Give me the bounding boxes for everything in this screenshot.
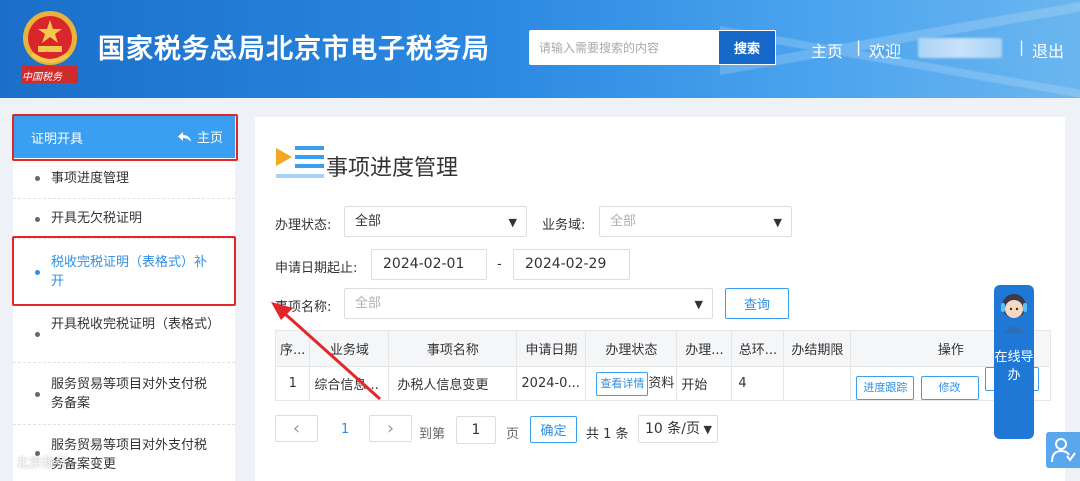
- goto-confirm-button[interactable]: 确定: [530, 416, 577, 443]
- logout-link[interactable]: 退出: [1032, 38, 1064, 62]
- sidebar-item-label: 开具无欠税证明: [51, 211, 143, 226]
- header: 中国税务 国家税务总局北京市电子税务局 搜索 主页 | 欢迎 | 退出: [0, 0, 1080, 98]
- domain-select[interactable]: 全部 ▼: [599, 206, 792, 237]
- page-size-value: 10 条/页: [645, 421, 700, 437]
- col-header-index: 序...: [274, 330, 311, 367]
- page-unit-label: 页: [506, 427, 520, 442]
- sidebar-item-progress[interactable]: 事项进度管理: [13, 158, 235, 199]
- sidebar-item-tax-certificate[interactable]: 开具税收完税证明（表格式）: [13, 305, 235, 363]
- search-input[interactable]: [529, 30, 719, 65]
- sidebar-header: 证明开具 主页: [13, 116, 235, 158]
- chevron-down-icon: ▼: [773, 216, 782, 229]
- goto-page-input[interactable]: 1: [456, 416, 496, 444]
- chevron-down-icon: ▼: [694, 298, 703, 311]
- page-size-select[interactable]: 10 条/页 ▼: [638, 415, 718, 443]
- sidebar-item-label: 事项进度管理: [51, 171, 130, 186]
- site-title: 国家税务总局北京市电子税务局: [98, 34, 490, 65]
- col-header-item-name: 事项名称: [388, 330, 518, 367]
- col-header-total-steps: 总环...: [731, 330, 785, 367]
- main-panel: 事项进度管理 办理状态: 全部 ▼ 业务域: 全部 ▼ 申请日期起止: 2024…: [255, 117, 1065, 481]
- col-header-stage: 办理...: [676, 330, 733, 367]
- view-detail-button[interactable]: 查看详情: [596, 371, 649, 396]
- list-title-icon: [276, 146, 324, 178]
- page-title: 事项进度管理: [326, 156, 459, 181]
- sidebar-item-label: 税收完税证明（表格式）补开: [51, 255, 208, 289]
- modify-button[interactable]: 修改: [920, 376, 979, 400]
- date-to-input[interactable]: 2024-02-29: [513, 249, 630, 280]
- domain-select-value: 全部: [610, 214, 637, 229]
- online-guide-label: 在线导办: [994, 350, 1034, 383]
- online-guide-button[interactable]: 在线导办: [994, 285, 1034, 439]
- search-button[interactable]: 搜索: [719, 30, 776, 65]
- next-page-button[interactable]: ›: [369, 415, 412, 442]
- cell-deadline: [783, 366, 852, 401]
- cell-index: 1: [274, 366, 311, 401]
- blurred-username: [918, 38, 1002, 58]
- domain-label: 业务域:: [542, 218, 586, 233]
- cell-status: 查看详情 资料: [585, 366, 678, 401]
- current-page[interactable]: 1: [341, 422, 349, 437]
- item-name-label: 事项名称:: [275, 300, 332, 315]
- query-button[interactable]: 查询: [725, 288, 789, 319]
- cell-status-extra: 资料: [648, 375, 675, 391]
- customer-service-icon: [1001, 294, 1027, 333]
- sidebar-home-link[interactable]: 主页: [177, 127, 223, 146]
- col-header-deadline: 办结期限: [783, 330, 852, 367]
- person-icon: [1051, 438, 1076, 463]
- date-from-input[interactable]: 2024-02-01: [371, 249, 487, 280]
- cell-domain: 综合信息...: [309, 366, 390, 401]
- item-name-select[interactable]: 全部 ▼: [344, 288, 713, 319]
- nav-welcome: 欢迎: [869, 42, 902, 61]
- cell-item-name: 办税人信息变更: [388, 366, 518, 401]
- table-row: 1 综合信息... 办税人信息变更 2024-0... 查看详情 资料 开始 4 …: [274, 366, 1052, 401]
- track-progress-button[interactable]: 进度跟踪: [856, 376, 915, 400]
- cell-apply-date: 2024-0...: [516, 366, 587, 401]
- prev-page-button[interactable]: ‹: [275, 415, 318, 442]
- item-name-select-value: 全部: [355, 296, 382, 311]
- table-header-row: 序... 业务域 事项名称 申请日期 办理状态 办理... 总环... 办结期限…: [274, 330, 1052, 367]
- col-header-status: 办理状态: [585, 330, 678, 367]
- chevron-down-icon: ▼: [508, 216, 517, 229]
- nav-separator: |: [1019, 38, 1025, 56]
- nav-home-link[interactable]: 主页: [811, 38, 843, 62]
- sidebar-item-label: 服务贸易等项目对外支付税务备案变更: [51, 438, 208, 472]
- status-select-value: 全部: [355, 214, 382, 229]
- accessibility-button[interactable]: [1046, 432, 1080, 468]
- chevron-down-icon: ▼: [703, 423, 712, 436]
- sidebar-home-label: 主页: [196, 131, 223, 146]
- sidebar-title: 证明开具: [31, 132, 84, 147]
- sidebar: 证明开具 主页 事项进度管理 开具无欠税证明 税收完税证明（表格式）补开 开具税…: [13, 116, 235, 481]
- date-separator: -: [497, 257, 502, 272]
- emblem-caption: 中国税务: [22, 72, 62, 83]
- total-count: 共 1 条: [586, 427, 629, 442]
- cell-total-steps: 4: [731, 366, 785, 401]
- status-select[interactable]: 全部 ▼: [344, 206, 527, 237]
- goto-label: 到第: [419, 427, 446, 442]
- reply-arrow-icon: [177, 131, 191, 142]
- watermark: 北京税务: [16, 456, 69, 471]
- sidebar-item-service-trade-filing[interactable]: 服务贸易等项目对外支付税务备案: [13, 363, 235, 425]
- sidebar-item-label: 开具税收完税证明（表格式）: [51, 317, 221, 332]
- sidebar-item-no-arrears[interactable]: 开具无欠税证明: [13, 199, 235, 239]
- col-header-apply-date: 申请日期: [516, 330, 587, 367]
- progress-table: 序... 业务域 事项名称 申请日期 办理状态 办理... 总环... 办结期限…: [274, 330, 1052, 401]
- cell-stage: 开始: [676, 366, 733, 401]
- nav-separator: |: [856, 38, 862, 56]
- col-header-domain: 业务域: [309, 330, 390, 367]
- date-range-label: 申请日期起止:: [275, 261, 358, 276]
- sidebar-item-label: 服务贸易等项目对外支付税务备案: [51, 377, 208, 411]
- sidebar-item-tax-certificate-reissue[interactable]: 税收完税证明（表格式）补开: [13, 239, 235, 305]
- status-label: 办理状态:: [275, 218, 332, 233]
